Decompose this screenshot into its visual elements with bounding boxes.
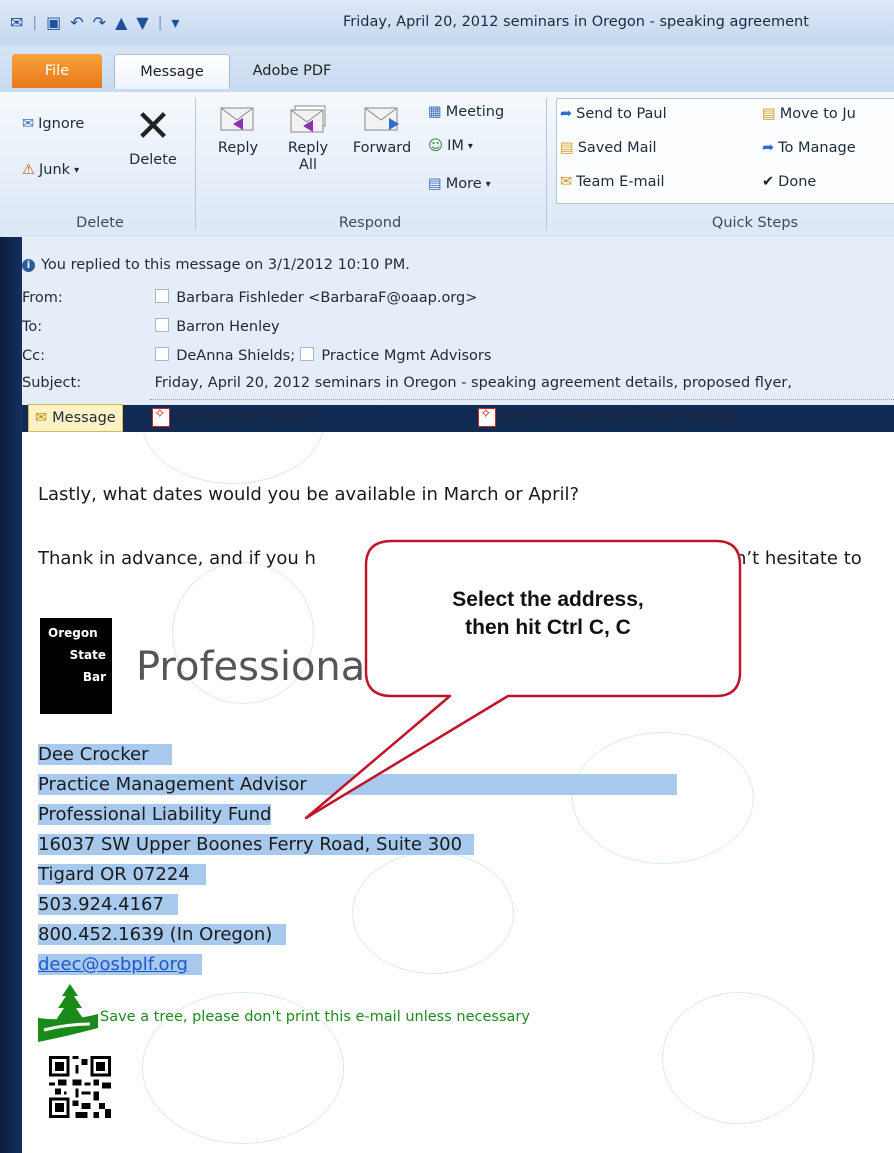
callout-bubble — [304, 539, 742, 820]
outlook-message-window: ✉ | ▣ ↶ ↷ ▲ ▼ | ▾ Friday, April 20, 2012… — [0, 0, 894, 1153]
callout-line-1: Select the address, — [452, 588, 644, 611]
callout-line-2: then hit Ctrl C, C — [465, 616, 631, 639]
callout-text: Select the address, then hit Ctrl C, C — [378, 586, 718, 642]
